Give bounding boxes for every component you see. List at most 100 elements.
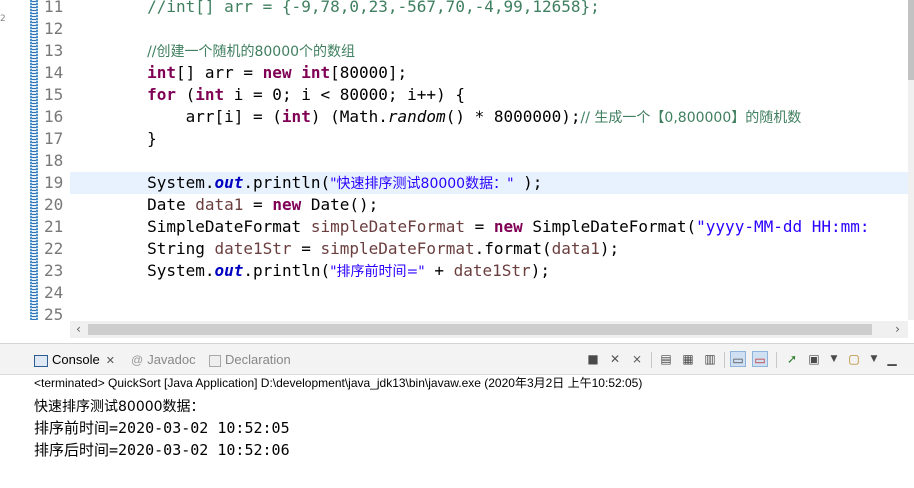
line-number: 19 <box>44 173 64 192</box>
line-number: 17 <box>44 129 64 148</box>
output-text: 快速排序测试80000数据： <box>34 399 205 415</box>
tab-declaration[interactable]: Declaration <box>209 350 291 370</box>
code-comment: // 生成一个【0,800000】的随机数 <box>580 110 802 126</box>
code-line-23: System.out.println("排序前时间=" + date1Str); <box>70 260 908 282</box>
keyword: int <box>195 85 225 104</box>
method-call: random <box>387 107 446 126</box>
variable: data1 <box>551 239 600 258</box>
output-line: 快速排序测试80000数据： <box>34 395 904 417</box>
scroll-left-icon[interactable]: ‹ <box>70 321 87 338</box>
code-text: Date(); <box>301 195 379 214</box>
keyword: int <box>301 63 331 82</box>
console-output[interactable]: 快速排序测试80000数据： 排序前时间=2020-03-02 10:52:05… <box>34 395 904 461</box>
code-text: .println( <box>243 173 331 192</box>
code-text: ); <box>513 173 543 192</box>
line-number: 13 <box>44 41 64 60</box>
javadoc-icon: @ <box>131 353 144 367</box>
code-line-17: } <box>70 128 908 150</box>
line-number: 22 <box>44 239 64 258</box>
code-text: [80000]; <box>330 63 408 82</box>
variable: simpleDateFormat <box>320 239 475 258</box>
show-on-stderr-icon[interactable]: ▭ <box>752 351 768 367</box>
close-icon[interactable]: ✕ <box>106 355 115 367</box>
toolbar-separator <box>776 352 777 368</box>
code-text: ); <box>530 261 550 280</box>
scroll-lock-icon[interactable]: ▦ <box>680 351 696 367</box>
string-literal: "快速排序测试80000数据：" <box>330 176 514 192</box>
output-text: 排序后时间=2020-03-02 10:52:06 <box>34 441 290 459</box>
code-line-14: int[] arr = new int[80000]; <box>70 62 908 84</box>
line-number: 18 <box>44 151 64 170</box>
code-text: SimpleDateFormat( <box>522 217 697 236</box>
output-text: 排序前时间=2020-03-02 10:52:05 <box>34 419 290 437</box>
minimize-icon[interactable]: ▁ <box>884 351 900 367</box>
clear-console-icon[interactable]: ▤ <box>658 351 674 367</box>
code-editor[interactable]: 2 11 12 13 14 15 16 17 18 19 20 21 22 23… <box>0 0 914 343</box>
scroll-right-icon[interactable]: › <box>889 321 906 338</box>
horizontal-scroll-thumb[interactable] <box>88 324 872 335</box>
console-panel: Console ✕ @ Javadoc Declaration ■ ✕ ⨯ ▤ ▦ … <box>0 343 914 488</box>
display-console-icon[interactable]: ▣ <box>806 351 822 367</box>
code-line-16: arr[i] = (int) (Math.random() * 8000000)… <box>70 106 908 128</box>
code-text: = <box>464 217 494 236</box>
left-margin: 2 <box>0 0 30 320</box>
variable: date1Str <box>214 239 292 258</box>
open-console-icon[interactable]: ▢ <box>846 351 862 367</box>
pin-console-icon[interactable]: ➚ <box>784 351 800 367</box>
variable: simpleDateFormat <box>310 217 465 236</box>
keyword: int <box>281 107 311 126</box>
chevron-down-icon[interactable]: ▼ <box>866 351 882 367</box>
line-number: 11 <box>44 0 64 16</box>
code-text: System. <box>147 261 215 280</box>
console-status: <terminated> QuickSort [Java Application… <box>34 376 643 390</box>
variable: data1 <box>195 195 244 214</box>
code-text: ) (Math. <box>310 107 388 126</box>
keyword: new <box>262 63 292 82</box>
horizontal-scrollbar[interactable]: ‹ › <box>70 321 908 338</box>
code-text: System. <box>147 173 215 192</box>
line-number: 12 <box>44 19 64 38</box>
static-field: out <box>214 261 244 280</box>
toolbar-separator <box>724 352 725 368</box>
overview-ruler-inner <box>32 0 36 320</box>
line-number: 24 <box>44 283 64 302</box>
keyword: new <box>493 217 523 236</box>
code-area[interactable]: //int[] arr = {-9,78,0,23,-567,70,-4,99,… <box>70 0 908 320</box>
code-line-19: System.out.println("快速排序测试80000数据：" ); <box>70 172 908 194</box>
tab-label: Javadoc <box>147 352 196 367</box>
tab-console[interactable]: Console ✕ <box>34 350 115 370</box>
string-literal: "排序前时间=" <box>330 264 425 280</box>
remove-launch-icon[interactable]: ✕ <box>607 351 623 367</box>
line-number: 20 <box>44 195 64 214</box>
code-text: + <box>424 261 454 280</box>
static-field: out <box>214 173 244 192</box>
variable: date1Str <box>453 261 531 280</box>
code-line-15: for (int i = 0; i < 80000; i++) { <box>70 84 908 106</box>
code-line-22: String date1Str = simpleDateFormat.forma… <box>70 238 908 260</box>
code-text: arr[i] = ( <box>147 107 282 126</box>
code-text: String <box>147 239 215 258</box>
keyword: for <box>147 85 176 104</box>
word-wrap-icon[interactable]: ▥ <box>702 351 718 367</box>
code-line-21: SimpleDateFormat simpleDateFormat = new … <box>70 216 908 238</box>
panel-tab-bar: Console ✕ @ Javadoc Declaration ■ ✕ ⨯ ▤ ▦ … <box>0 344 914 375</box>
tab-javadoc[interactable]: @ Javadoc <box>131 350 196 370</box>
terminate-icon[interactable]: ■ <box>585 351 601 367</box>
code-text: SimpleDateFormat <box>147 217 311 236</box>
line-number: 21 <box>44 217 64 236</box>
code-text: Date <box>147 195 196 214</box>
declaration-icon <box>209 354 221 367</box>
tab-label: Declaration <box>225 352 291 367</box>
vertical-scroll-thumb[interactable] <box>908 0 914 80</box>
console-icon <box>34 354 48 367</box>
code-comment: //创建一个随机的80000个的数组 <box>147 44 356 60</box>
keyword: new <box>272 195 302 214</box>
remove-all-terminated-icon[interactable]: ⨯ <box>629 351 645 367</box>
show-on-stdout-icon[interactable]: ▭ <box>730 351 746 367</box>
string-literal: "yyyy-MM-dd HH:mm: <box>696 217 870 236</box>
gutter-mark: 2 <box>0 14 6 24</box>
chevron-down-icon[interactable]: ▼ <box>826 351 842 367</box>
code-line-20: Date data1 = new Date(); <box>70 194 908 216</box>
code-comment: //int[] arr = {-9,78,0,23,-567,70,-4,99,… <box>70 0 600 16</box>
toolbar-separator <box>651 352 652 368</box>
